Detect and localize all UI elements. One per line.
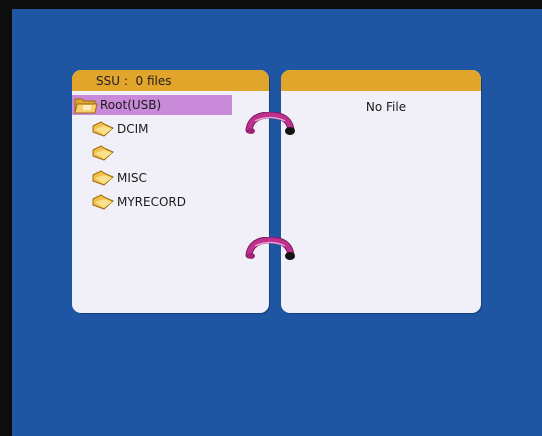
binder-ring-icon	[245, 237, 295, 260]
folder-icon	[92, 121, 114, 137]
folder-icon	[92, 170, 114, 186]
tree-item-folder[interactable]: MISC	[91, 169, 147, 187]
folder-tree: Root(USB) DCIM MISC MYRECORD	[72, 70, 269, 313]
tv-screen: SSU : 0 files Root(USB) DCIM MISC MYRECO…	[12, 9, 542, 436]
tree-item-label: DCIM	[117, 122, 149, 136]
tree-item-label: MISC	[117, 171, 147, 185]
folder-tree-panel: SSU : 0 files Root(USB) DCIM MISC MYRECO…	[72, 70, 269, 313]
empty-message: No File	[365, 100, 407, 114]
file-list-header	[281, 70, 481, 91]
tree-item-folder[interactable]: MYRECORD	[91, 193, 186, 211]
tree-item-label: Root(USB)	[100, 98, 162, 112]
open-folder-icon	[74, 98, 98, 114]
binder-ring-icon	[245, 112, 295, 135]
tree-item-root[interactable]: Root(USB)	[72, 95, 232, 115]
tree-item-folder[interactable]: DCIM	[91, 120, 149, 138]
folder-icon	[92, 145, 114, 161]
file-list-panel: No File	[281, 70, 481, 313]
tree-item-folder[interactable]	[91, 144, 117, 162]
tree-item-label: MYRECORD	[117, 195, 187, 209]
folder-icon	[92, 194, 114, 210]
